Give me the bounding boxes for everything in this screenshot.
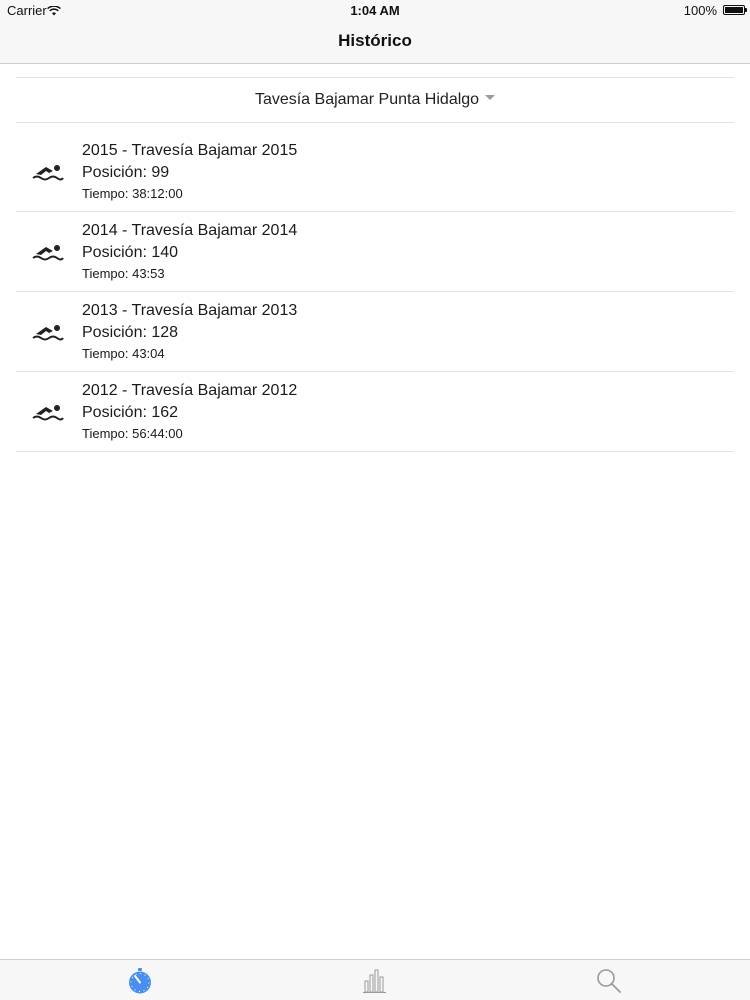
swimmer-icon [32, 165, 64, 181]
stopwatch-icon [129, 968, 151, 994]
race-selector[interactable]: Tavesía Bajamar Punta Hidalgo [16, 78, 734, 123]
tab-statistics[interactable] [361, 967, 389, 995]
search-icon [597, 969, 621, 993]
list-item[interactable]: 2015 - Travesía Bajamar 2015 Posición: 9… [16, 132, 734, 212]
swimmer-icon [32, 325, 64, 341]
result-title: 2014 - Travesía Bajamar 2014 [82, 222, 298, 239]
result-time: Tiempo: 38:12:00 [82, 186, 183, 201]
swimmer-icon [32, 245, 64, 261]
result-position: Posición: 162 [82, 404, 179, 421]
result-title: 2013 - Travesía Bajamar 2013 [82, 302, 298, 319]
tab-history[interactable] [126, 967, 154, 995]
tab-search[interactable] [595, 967, 623, 995]
dropdown-caret-icon [485, 95, 496, 101]
results-list: 2015 - Travesía Bajamar 2015 Posición: 9… [0, 132, 750, 452]
result-position: Posición: 128 [82, 324, 179, 341]
page-title: Histórico [338, 31, 412, 50]
list-item[interactable]: 2014 - Travesía Bajamar 2014 Posición: 1… [16, 212, 734, 292]
status-bar: Carrier 1:04 AM 100% [0, 0, 750, 20]
result-time: Tiempo: 43:04 [82, 346, 165, 361]
list-item[interactable]: 2013 - Travesía Bajamar 2013 Posición: 1… [16, 292, 734, 372]
race-selector-label: Tavesía Bajamar Punta Hidalgo [254, 91, 480, 108]
status-time: 1:04 AM [350, 3, 400, 18]
result-time: Tiempo: 56:44:00 [82, 426, 183, 441]
battery-icon [723, 5, 747, 15]
result-title: 2012 - Travesía Bajamar 2012 [82, 382, 298, 399]
result-position: Posición: 140 [82, 244, 179, 261]
battery-percentage: 100% [683, 3, 717, 18]
tab-bar [0, 959, 750, 1000]
result-position: Posición: 99 [82, 164, 170, 181]
result-time: Tiempo: 43:53 [82, 266, 165, 281]
bar-chart-icon [363, 969, 386, 993]
swimmer-icon [32, 405, 64, 421]
list-item[interactable]: 2012 - Travesía Bajamar 2012 Posición: 1… [16, 372, 734, 452]
result-title: 2015 - Travesía Bajamar 2015 [82, 142, 298, 159]
